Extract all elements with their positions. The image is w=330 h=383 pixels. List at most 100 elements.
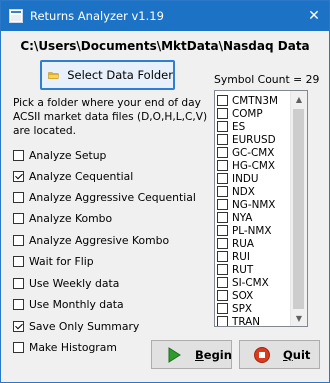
analyze-aggressive-cequential-checkbox[interactable] [13, 191, 24, 203]
option-label: Wait for Flip [29, 254, 94, 268]
symbol-checkbox[interactable] [217, 173, 228, 184]
symbol-label: CMTN3M [232, 94, 278, 107]
symbol-checkbox[interactable] [217, 225, 228, 236]
symbol-checkbox[interactable] [217, 290, 228, 301]
symbol-label: ES [232, 120, 246, 133]
symbol-checkbox[interactable] [217, 160, 228, 171]
symbol-count: Symbol Count = 29 [214, 73, 320, 86]
symbol-item[interactable]: RUI [217, 250, 250, 263]
symbol-item[interactable]: RUA [217, 237, 254, 250]
symbol-checkbox[interactable] [217, 212, 228, 223]
quit-button[interactable]: Quit [239, 340, 320, 369]
use-weekly-data-checkbox[interactable] [13, 277, 24, 289]
symbol-item[interactable]: TRAN [217, 315, 261, 327]
analyze-aggresive-kombo-checkbox[interactable] [13, 234, 24, 246]
symbol-label: PL-NMX [232, 224, 272, 237]
make-histogram-checkbox[interactable] [13, 341, 24, 353]
symbol-label: NG-NMX [232, 198, 276, 211]
symbol-checkbox[interactable] [217, 108, 228, 119]
symbol-item[interactable]: HG-CMX [217, 159, 275, 172]
symbol-label: SI-CMX [232, 276, 269, 289]
option-label: Use Monthly data [29, 297, 124, 311]
symbol-checkbox[interactable] [217, 251, 228, 262]
wait-for-flip-checkbox[interactable] [13, 255, 24, 267]
symbol-label: NDX [232, 185, 255, 198]
begin-label-rest: egin [203, 347, 232, 362]
symbol-checkbox[interactable] [217, 199, 228, 210]
symbol-item[interactable]: ES [217, 120, 245, 133]
data-folder-path: C:\Users\Documents\MktData\Nasdaq Data [20, 39, 310, 53]
symbol-list[interactable]: CMTN3M COMP ES EURUSD GC-CMX HG-CMX INDU… [214, 90, 308, 327]
symbol-checkbox[interactable] [217, 147, 228, 158]
symbol-item[interactable]: GC-CMX [217, 146, 274, 159]
quit-mnemonic: Q [283, 347, 293, 362]
select-data-folder-button[interactable]: Select Data Folder [40, 60, 175, 90]
symbol-item[interactable]: INDU [217, 172, 258, 185]
scroll-thumb[interactable] [293, 109, 304, 309]
symbol-label: GC-CMX [232, 146, 275, 159]
option-label: Analyze Aggressive Cequential [29, 190, 196, 204]
symbol-list-scrollbar[interactable]: ▲ ▼ [290, 91, 307, 326]
close-button[interactable]: ✕ [299, 1, 329, 31]
option-label: Save Only Summary [29, 319, 140, 333]
option-analyze-kombo[interactable]: Analyze Kombo [13, 210, 112, 226]
option-use-monthly-data[interactable]: Use Monthly data [13, 296, 124, 312]
analyze-kombo-checkbox[interactable] [13, 212, 24, 224]
option-label: Use Weekly data [29, 276, 120, 290]
symbol-label: COMP [232, 107, 263, 120]
title-bar[interactable]: Returns Analyzer v1.19 ✕ [1, 1, 329, 31]
symbol-label: RUA [232, 237, 254, 250]
folder-icon [48, 72, 59, 79]
symbol-item[interactable]: RUT [217, 263, 253, 276]
close-icon: ✕ [308, 8, 320, 24]
symbol-item[interactable]: NDX [217, 185, 255, 198]
symbol-item[interactable]: NG-NMX [217, 198, 275, 211]
symbol-checkbox[interactable] [217, 264, 228, 275]
option-label: Analyze Aggresive Kombo [29, 233, 170, 247]
option-analyze-setup[interactable]: Analyze Setup [13, 147, 106, 163]
symbol-item[interactable]: PL-NMX [217, 224, 271, 237]
symbol-checkbox[interactable] [217, 303, 228, 314]
symbol-checkbox[interactable] [217, 134, 228, 145]
symbol-item[interactable]: CMTN3M [217, 94, 278, 107]
option-analyze-aggressive-cequential[interactable]: Analyze Aggressive Cequential [13, 189, 196, 205]
begin-mnemonic: B [195, 347, 204, 362]
symbol-label: SOX [232, 289, 254, 302]
analyze-cequential-checkbox[interactable] [13, 170, 24, 182]
symbol-item[interactable]: EURUSD [217, 133, 276, 146]
symbol-item[interactable]: SPX [217, 302, 252, 315]
symbol-label: NYA [232, 211, 253, 224]
symbol-label: EURUSD [232, 133, 276, 146]
quit-label: Quit [283, 348, 310, 362]
symbol-label: TRAN [232, 315, 261, 327]
symbol-checkbox[interactable] [217, 121, 228, 132]
option-label: Analyze Cequential [29, 169, 134, 183]
symbol-checkbox[interactable] [217, 277, 228, 288]
scroll-down-arrow-icon[interactable]: ▼ [291, 310, 307, 326]
symbol-checkbox[interactable] [217, 316, 228, 326]
symbol-item[interactable]: COMP [217, 107, 263, 120]
option-analyze-cequential[interactable]: Analyze Cequential [13, 168, 133, 184]
symbol-item[interactable]: NYA [217, 211, 252, 224]
option-make-histogram[interactable]: Make Histogram [13, 339, 117, 355]
option-label: Analyze Setup [29, 148, 107, 162]
option-analyze-aggresive-kombo[interactable]: Analyze Aggresive Kombo [13, 232, 169, 248]
stop-icon [254, 346, 270, 363]
symbol-item[interactable]: SI-CMX [217, 276, 269, 289]
begin-button[interactable]: Begin [151, 340, 232, 369]
folder-instructions: Pick a folder where your end of day ACSI… [13, 97, 208, 137]
play-arrow-icon [168, 346, 181, 363]
option-wait-for-flip[interactable]: Wait for Flip [13, 253, 94, 269]
symbol-checkbox[interactable] [217, 238, 228, 249]
symbol-label: RUT [232, 263, 254, 276]
symbol-checkbox[interactable] [217, 95, 228, 106]
option-label: Make Histogram [29, 340, 117, 354]
symbol-checkbox[interactable] [217, 186, 228, 197]
option-use-weekly-data[interactable]: Use Weekly data [13, 275, 119, 291]
option-save-only-summary[interactable]: Save Only Summary [13, 318, 139, 334]
symbol-item[interactable]: SOX [217, 289, 253, 302]
use-monthly-data-checkbox[interactable] [13, 298, 24, 310]
save-only-summary-checkbox[interactable] [13, 320, 24, 332]
scroll-up-arrow-icon[interactable]: ▲ [291, 91, 307, 107]
analyze-setup-checkbox[interactable] [13, 149, 24, 161]
